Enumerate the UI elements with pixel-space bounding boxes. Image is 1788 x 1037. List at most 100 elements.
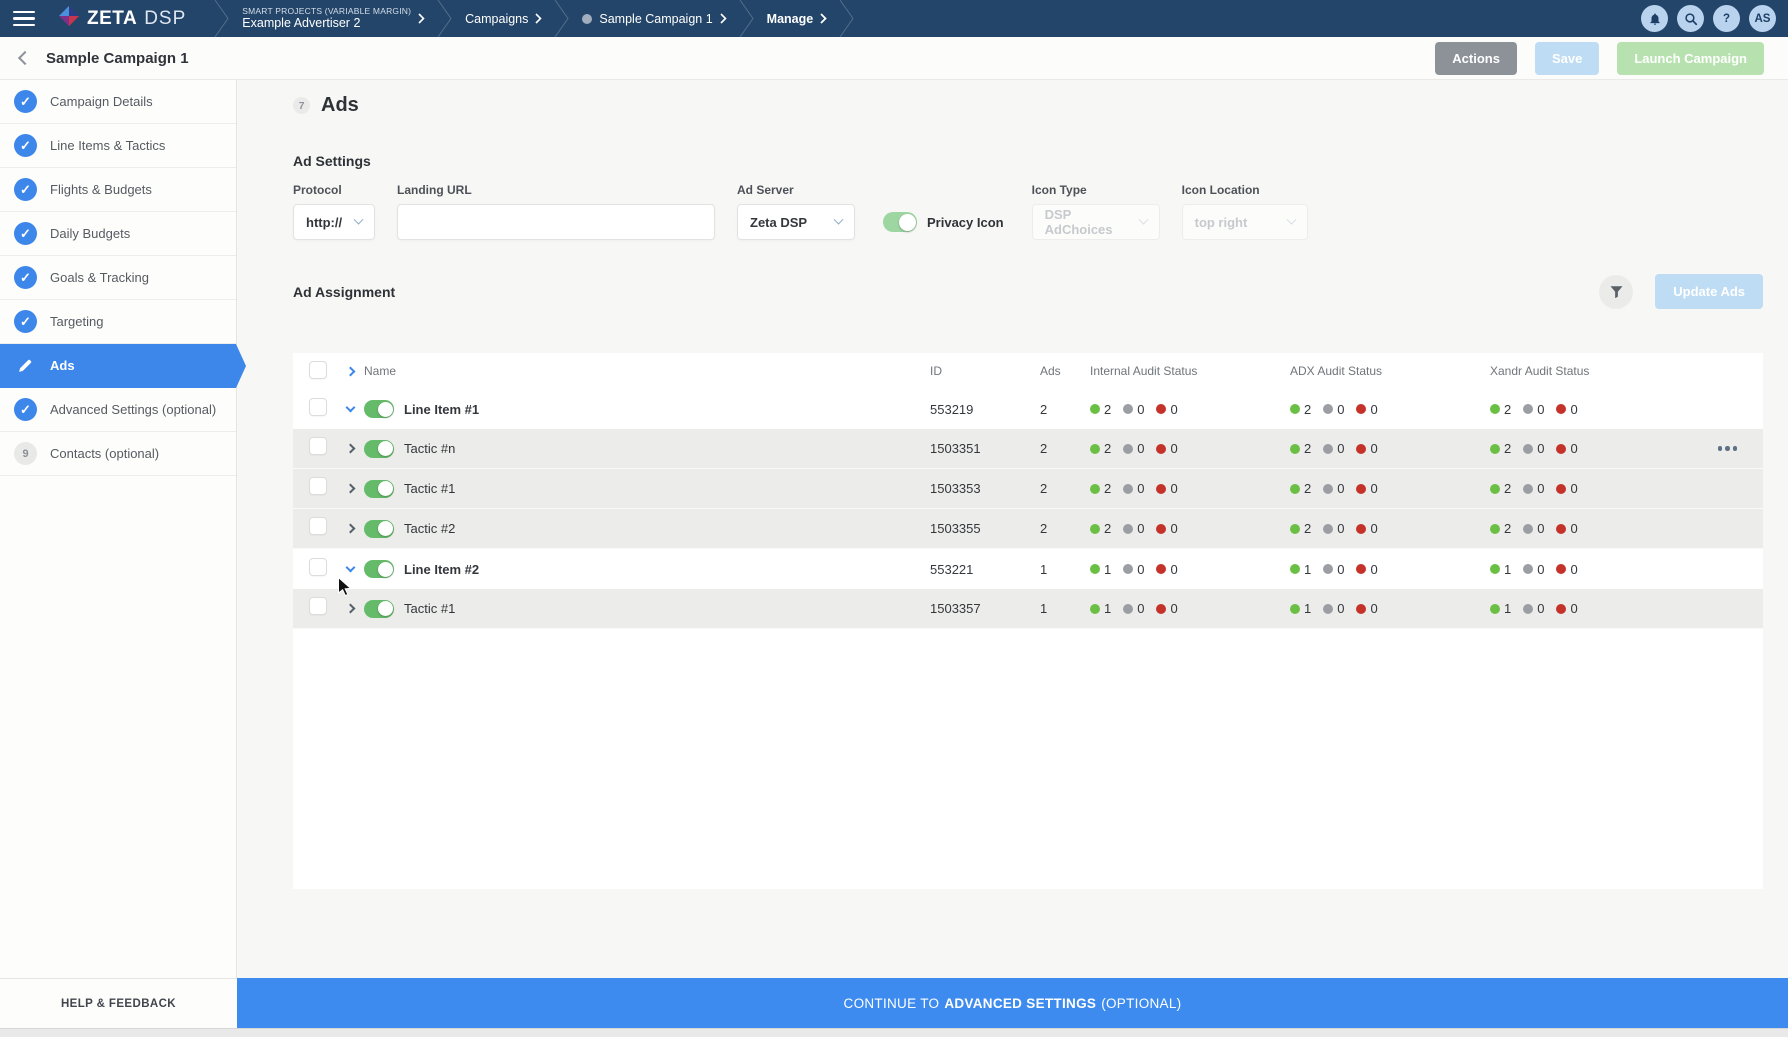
status-count: 0 bbox=[1137, 402, 1144, 417]
expand-chevron-icon[interactable] bbox=[346, 604, 356, 614]
status-count: 0 bbox=[1370, 402, 1377, 417]
breadcrumb-campaign[interactable]: Sample Campaign 1 bbox=[570, 0, 738, 37]
row-enabled-toggle[interactable] bbox=[364, 440, 394, 458]
expand-chevron-icon[interactable] bbox=[346, 484, 356, 494]
back-icon[interactable] bbox=[18, 51, 32, 65]
row-name: Tactic #1 bbox=[404, 481, 455, 496]
adx-audit-status: 100 bbox=[1290, 562, 1490, 577]
status-count: 1 bbox=[1304, 601, 1311, 616]
status-dot-group: 1 bbox=[1090, 601, 1111, 616]
breadcrumb-campaigns[interactable]: Campaigns bbox=[453, 0, 554, 37]
table-row[interactable]: Line Item #2 553221 1 100 100 100 bbox=[293, 549, 1763, 589]
table-row[interactable]: Tactic #n 1503351 2 200 200 200 bbox=[293, 429, 1763, 469]
status-dot-group: 1 bbox=[1490, 562, 1511, 577]
menu-icon[interactable] bbox=[0, 0, 46, 37]
row-ads-count: 2 bbox=[1040, 481, 1090, 496]
column-internal-audit: Internal Audit Status bbox=[1090, 364, 1290, 378]
status-dot-group: 2 bbox=[1290, 481, 1311, 496]
adx-audit-status: 200 bbox=[1290, 441, 1490, 456]
breadcrumb-separator bbox=[739, 0, 755, 37]
sidebar-item-advanced-settings-optional[interactable]: ✓ Advanced Settings (optional) bbox=[0, 388, 236, 432]
row-enabled-toggle[interactable] bbox=[364, 400, 394, 418]
row-name: Line Item #2 bbox=[404, 562, 479, 577]
privacy-icon-label: Privacy Icon bbox=[927, 215, 1004, 230]
page-header: Sample Campaign 1 Actions Save Launch Ca… bbox=[0, 37, 1788, 80]
icon-type-select: DSP AdChoices bbox=[1032, 204, 1160, 240]
status-count: 0 bbox=[1170, 441, 1177, 456]
launch-campaign-button[interactable]: Launch Campaign bbox=[1617, 42, 1764, 75]
green-status-dot bbox=[1490, 484, 1500, 494]
search-icon[interactable] bbox=[1677, 5, 1704, 32]
status-count: 0 bbox=[1537, 521, 1544, 536]
help-feedback-button[interactable]: HELP & FEEDBACK bbox=[0, 978, 237, 1028]
sidebar-item-goals-tracking[interactable]: ✓ Goals & Tracking bbox=[0, 256, 236, 300]
step-check-icon: ✓ bbox=[14, 90, 37, 113]
sidebar-item-daily-budgets[interactable]: ✓ Daily Budgets bbox=[0, 212, 236, 256]
row-checkbox[interactable] bbox=[309, 437, 327, 455]
status-dot-group: 0 bbox=[1123, 562, 1144, 577]
update-ads-button[interactable]: Update Ads bbox=[1655, 274, 1763, 309]
status-count: 2 bbox=[1504, 521, 1511, 536]
status-count: 0 bbox=[1170, 402, 1177, 417]
status-dot-group: 0 bbox=[1523, 562, 1544, 577]
protocol-select[interactable]: http:// bbox=[293, 204, 375, 240]
sidebar-item-flights-budgets[interactable]: ✓ Flights & Budgets bbox=[0, 168, 236, 212]
row-checkbox[interactable] bbox=[309, 558, 327, 576]
brand-logo[interactable]: ZETA DSP bbox=[46, 0, 214, 37]
row-checkbox[interactable] bbox=[309, 597, 327, 615]
save-button[interactable]: Save bbox=[1535, 42, 1599, 75]
row-enabled-toggle[interactable] bbox=[364, 520, 394, 538]
status-count: 0 bbox=[1570, 402, 1577, 417]
expand-chevron-icon[interactable] bbox=[346, 403, 356, 413]
breadcrumb-separator bbox=[214, 0, 230, 37]
help-icon[interactable]: ? bbox=[1713, 5, 1740, 32]
adx-audit-status: 200 bbox=[1290, 481, 1490, 496]
status-dot-group: 2 bbox=[1490, 521, 1511, 536]
landing-url-input[interactable] bbox=[410, 205, 702, 239]
ad-server-select[interactable]: Zeta DSP bbox=[737, 204, 855, 240]
gray-status-dot bbox=[1523, 604, 1533, 614]
row-enabled-toggle[interactable] bbox=[364, 480, 394, 498]
status-dot-group: 0 bbox=[1156, 441, 1177, 456]
sidebar-item-targeting[interactable]: ✓ Targeting bbox=[0, 300, 236, 344]
sidebar-item-ads[interactable]: Ads bbox=[0, 344, 236, 388]
row-checkbox[interactable] bbox=[309, 517, 327, 535]
page-section-title: Ads bbox=[321, 94, 359, 117]
expand-chevron-icon[interactable] bbox=[346, 524, 356, 534]
sidebar-item-line-items-tactics[interactable]: ✓ Line Items & Tactics bbox=[0, 124, 236, 168]
row-checkbox[interactable] bbox=[309, 477, 327, 495]
sidebar-item-campaign-details[interactable]: ✓ Campaign Details bbox=[0, 80, 236, 124]
actions-button[interactable]: Actions bbox=[1435, 42, 1517, 75]
sidebar-item-label: Line Items & Tactics bbox=[50, 138, 165, 153]
green-status-dot bbox=[1490, 444, 1500, 454]
status-dot-group: 0 bbox=[1556, 562, 1577, 577]
row-id: 553219 bbox=[930, 402, 1040, 417]
table-row[interactable]: Tactic #2 1503355 2 200 200 200 bbox=[293, 509, 1763, 549]
gray-status-dot bbox=[1523, 524, 1533, 534]
expand-chevron-icon[interactable] bbox=[346, 444, 356, 454]
horizontal-scrollbar[interactable] bbox=[0, 1028, 1788, 1037]
row-more-icon[interactable] bbox=[1718, 446, 1738, 451]
table-row[interactable]: Line Item #1 553219 2 200 200 200 bbox=[293, 389, 1763, 429]
table-row[interactable]: Tactic #1 1503357 1 100 100 100 bbox=[293, 589, 1763, 629]
select-all-checkbox[interactable] bbox=[309, 361, 327, 379]
gray-status-dot bbox=[1523, 404, 1533, 414]
row-ads-count: 2 bbox=[1040, 521, 1090, 536]
privacy-icon-toggle[interactable] bbox=[883, 212, 917, 232]
notifications-bell-icon[interactable] bbox=[1641, 5, 1668, 32]
breadcrumb-advertiser[interactable]: SMART PROJECTS (VARIABLE MARGIN) Example… bbox=[230, 0, 437, 37]
row-enabled-toggle[interactable] bbox=[364, 560, 394, 578]
avatar[interactable]: AS bbox=[1749, 5, 1776, 32]
expand-all-chevron-icon[interactable] bbox=[346, 366, 356, 376]
filter-icon[interactable] bbox=[1599, 275, 1633, 309]
gray-status-dot bbox=[1123, 484, 1133, 494]
green-status-dot bbox=[1090, 484, 1100, 494]
row-enabled-toggle[interactable] bbox=[364, 600, 394, 618]
sidebar-item-contacts-optional[interactable]: 9 Contacts (optional) bbox=[0, 432, 236, 476]
status-dot-group: 0 bbox=[1323, 521, 1344, 536]
expand-chevron-icon[interactable] bbox=[346, 563, 356, 573]
row-checkbox[interactable] bbox=[309, 398, 327, 416]
continue-button[interactable]: CONTINUE TO ADVANCED SETTINGS (OPTIONAL) bbox=[237, 978, 1788, 1028]
breadcrumb-manage[interactable]: Manage bbox=[755, 0, 840, 37]
table-row[interactable]: Tactic #1 1503353 2 200 200 200 bbox=[293, 469, 1763, 509]
